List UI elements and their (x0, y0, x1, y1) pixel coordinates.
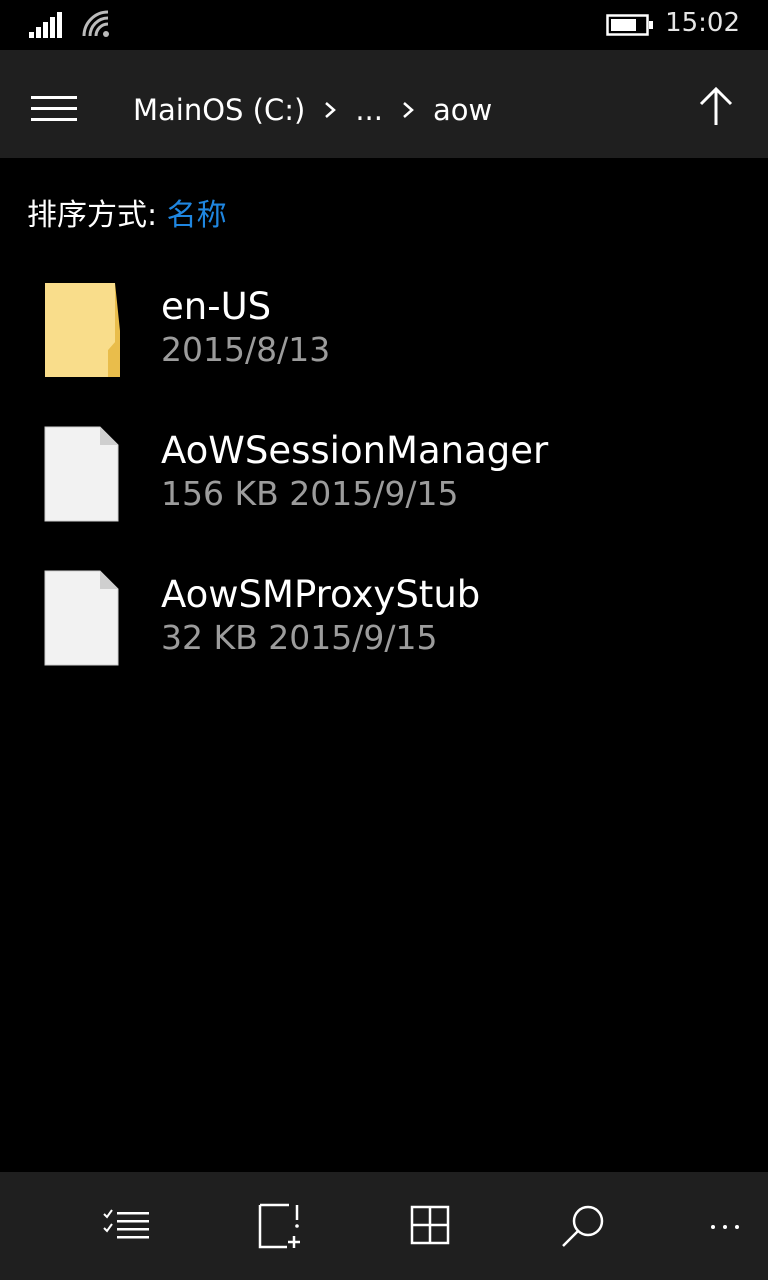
search-icon (562, 1205, 604, 1247)
new-item-icon (258, 1203, 300, 1249)
arrow-up-icon[interactable] (696, 85, 736, 129)
sort-label: 排序方式: (27, 198, 158, 233)
breadcrumb: MainOS (C:) ... aow (133, 88, 492, 132)
file-icon (44, 570, 119, 666)
sort-row[interactable]: 排序方式: 名称 (27, 190, 227, 234)
view-icon (410, 1205, 450, 1245)
folder-icon (45, 283, 120, 377)
wifi-icon (82, 10, 109, 37)
more-button[interactable] (680, 1172, 768, 1280)
file-name: en-US (161, 285, 272, 328)
file-name: AowSMProxyStub (161, 573, 481, 616)
hamburger-icon[interactable] (31, 96, 79, 122)
sort-value[interactable]: 名称 (167, 198, 227, 233)
file-name: AoWSessionManager (161, 429, 549, 472)
file-meta: 156 KB 2015/9/15 (161, 474, 459, 513)
status-bar: 15:02 (0, 0, 768, 50)
file-icon (44, 426, 119, 522)
clock: 15:02 (665, 8, 740, 38)
breadcrumb-item-current: aow (433, 93, 493, 127)
more-icon (711, 1225, 739, 1229)
chevron-right-icon (403, 102, 414, 118)
select-icon (103, 1209, 149, 1239)
list-item[interactable]: en-US 2015/8/13 (0, 282, 768, 402)
header-bar: MainOS (C:) ... aow (0, 50, 768, 158)
list-item[interactable]: AoWSessionManager 156 KB 2015/9/15 (0, 426, 768, 546)
select-button[interactable] (80, 1172, 170, 1280)
battery-icon (606, 14, 653, 36)
file-meta: 2015/8/13 (161, 330, 331, 369)
search-button[interactable] (538, 1172, 628, 1280)
view-button[interactable] (384, 1172, 474, 1280)
chevron-right-icon (325, 102, 337, 118)
new-item-button[interactable] (234, 1172, 324, 1280)
signal-icon (29, 12, 62, 38)
file-meta: 32 KB 2015/9/15 (161, 618, 438, 657)
list-item[interactable]: AowSMProxyStub 32 KB 2015/9/15 (0, 570, 768, 690)
breadcrumb-item-ellipsis[interactable]: ... (355, 93, 383, 127)
breadcrumb-item-drive[interactable]: MainOS (C:) (133, 93, 305, 127)
app-bar (0, 1172, 768, 1280)
